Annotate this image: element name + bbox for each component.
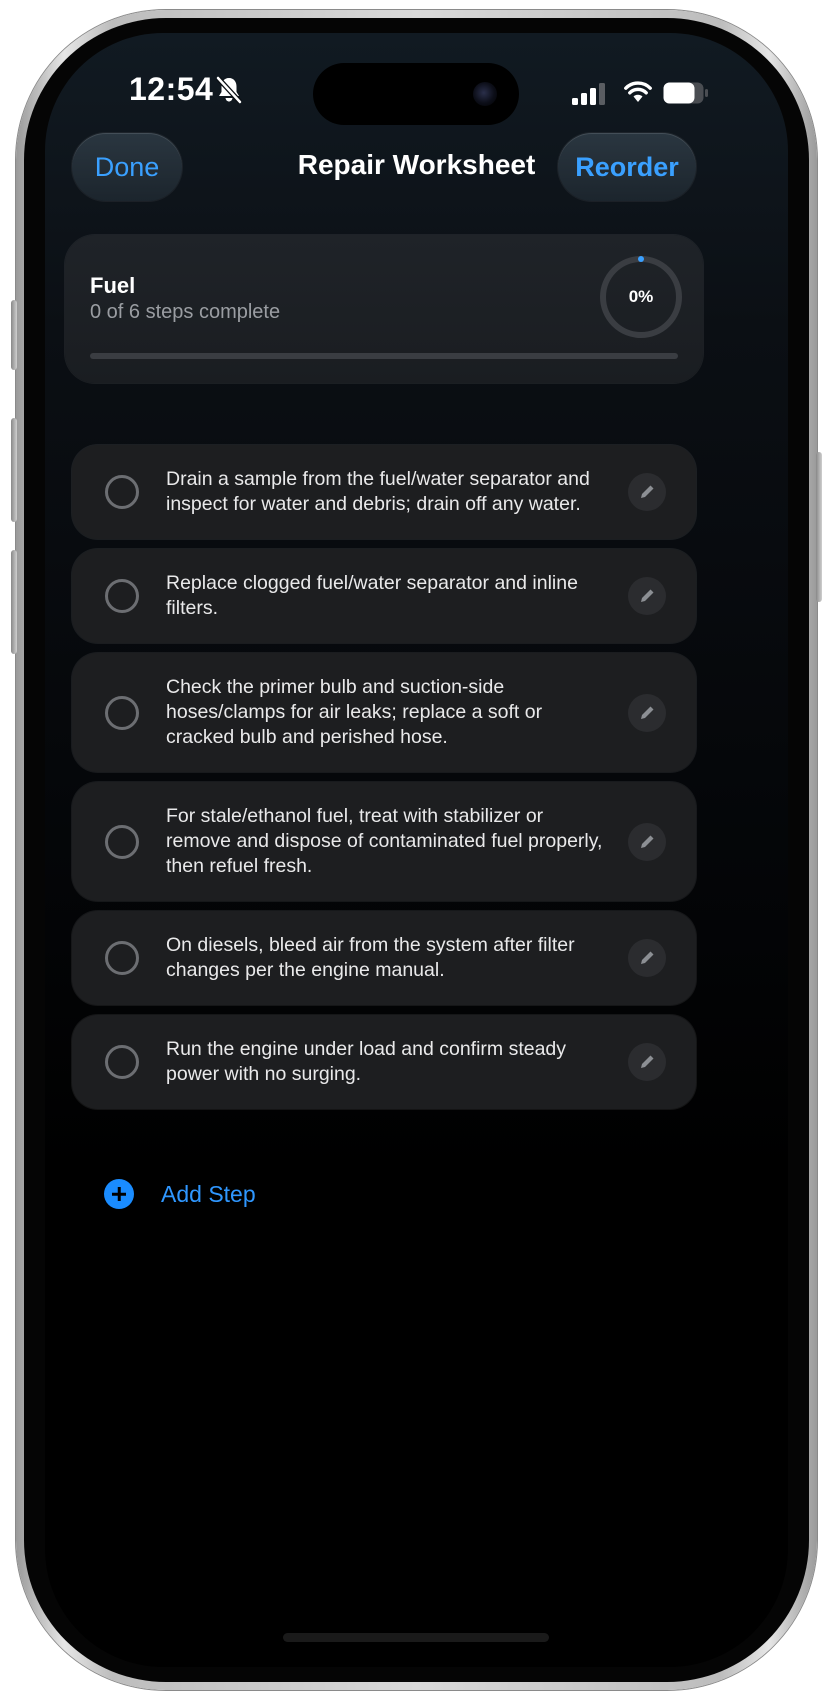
dynamic-island (313, 63, 519, 125)
pencil-icon (641, 835, 654, 848)
front-camera (473, 82, 497, 106)
step-row: Check the primer bulb and suction-side h… (72, 653, 696, 772)
volume-up-button (11, 418, 17, 522)
progress-percent: 0% (628, 287, 654, 306)
power-button (816, 452, 822, 602)
edit-step-button[interactable] (628, 473, 666, 511)
step-row: Drain a sample from the fuel/water separ… (72, 445, 696, 539)
screen: 12:54 Done Repair Worksheet Reorder Fuel… (45, 33, 788, 1667)
cellular-signal-icon (572, 83, 605, 105)
step-checkbox[interactable] (105, 695, 139, 730)
pencil-icon (641, 706, 654, 719)
step-row: On diesels, bleed air from the system af… (72, 911, 696, 1005)
step-text: Check the primer bulb and suction-side h… (166, 676, 543, 748)
edit-step-button[interactable] (628, 1043, 666, 1081)
step-checkbox[interactable] (105, 475, 139, 509)
plus-circle-icon (104, 1179, 134, 1209)
status-time: 12:54 (129, 71, 214, 107)
pencil-icon (641, 951, 654, 964)
step-text: On diesels, bleed air from the system af… (166, 934, 575, 981)
step-row: Run the engine under load and confirm st… (72, 1015, 696, 1109)
step-text: Drain a sample from the fuel/water separ… (166, 468, 590, 515)
add-step-button[interactable]: Add Step (104, 1179, 256, 1209)
summary-card: Fuel 0 of 6 steps complete 0% (65, 235, 703, 383)
pencil-icon (641, 485, 654, 498)
step-checkbox[interactable] (105, 579, 139, 613)
edit-step-button[interactable] (628, 939, 666, 977)
category-title: Fuel (90, 273, 136, 298)
step-checkbox[interactable] (105, 824, 139, 859)
battery-icon (663, 82, 708, 104)
add-step-label: Add Step (161, 1180, 256, 1207)
steps-complete-count: 0 of 6 steps complete (90, 301, 281, 323)
edit-step-button[interactable] (628, 693, 666, 732)
step-text: For stale/ethanol fuel, treat with stabi… (166, 805, 603, 877)
reorder-button[interactable]: Reorder (558, 133, 696, 201)
step-checkbox[interactable] (105, 1045, 139, 1079)
bell-slash-icon (216, 76, 242, 104)
edit-step-button[interactable] (628, 822, 666, 861)
volume-down-button (11, 550, 17, 654)
progress-bar (90, 353, 678, 359)
action-button (11, 300, 17, 370)
step-text: Replace clogged fuel/water separator and… (166, 572, 578, 619)
home-indicator (283, 1633, 549, 1642)
step-text: Run the engine under load and confirm st… (166, 1038, 567, 1085)
step-row: Replace clogged fuel/water separator and… (72, 549, 696, 643)
edit-step-button[interactable] (628, 577, 666, 615)
steps-list: Drain a sample from the fuel/water separ… (72, 445, 696, 1119)
pencil-icon (641, 1055, 654, 1068)
step-checkbox[interactable] (105, 941, 139, 975)
pencil-icon (641, 589, 654, 602)
step-row: For stale/ethanol fuel, treat with stabi… (72, 782, 696, 901)
wifi-icon (624, 81, 652, 102)
